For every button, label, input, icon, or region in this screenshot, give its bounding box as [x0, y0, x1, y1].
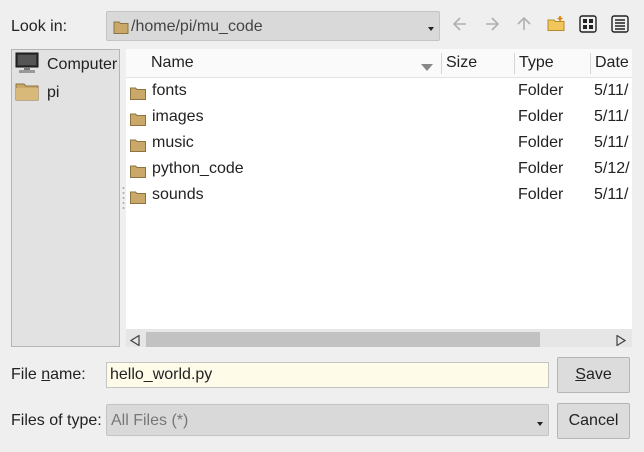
computer-icon [15, 52, 39, 79]
look-in-combo[interactable]: /home/pi/mu_code [106, 11, 440, 41]
arrow-right-icon [483, 15, 501, 38]
list-view-icon [579, 14, 597, 38]
places-sidebar: Computer pi [11, 49, 120, 347]
file-date: 5/12/ [594, 160, 630, 177]
file-name: fonts [152, 82, 187, 99]
list-item[interactable]: music Folder 5/11/ [126, 131, 632, 157]
chevron-down-icon [428, 27, 434, 31]
look-in-path: /home/pi/mu_code [131, 18, 263, 35]
folder-icon [130, 87, 146, 105]
back-button[interactable] [448, 14, 472, 38]
file-type: Folder [518, 108, 564, 125]
list-item[interactable]: sounds Folder 5/11/ [126, 183, 632, 209]
file-date: 5/11/ [594, 108, 629, 125]
file-name: music [152, 134, 194, 151]
detail-view-icon [611, 14, 629, 38]
folder-icon [130, 139, 146, 157]
arrow-left-icon [451, 15, 469, 38]
column-name[interactable]: Name [151, 49, 194, 77]
file-name-input[interactable]: hello_world.py [106, 362, 549, 388]
save-button[interactable]: Save [557, 357, 630, 393]
file-date: 5/11/ [594, 82, 629, 99]
chevron-down-icon [537, 422, 543, 426]
sort-down-icon [421, 59, 433, 77]
file-name: images [152, 108, 204, 125]
detail-view-button[interactable] [608, 14, 632, 38]
file-type: Folder [518, 160, 564, 177]
column-divider[interactable] [590, 53, 591, 74]
file-date: 5/11/ [594, 134, 629, 151]
file-type: Folder [518, 186, 564, 203]
column-divider[interactable] [441, 53, 442, 74]
new-folder-button[interactable] [544, 14, 568, 38]
list-item[interactable]: fonts Folder 5/11/ [126, 79, 632, 105]
column-divider[interactable] [514, 53, 515, 74]
up-folder-button[interactable] [512, 14, 536, 38]
arrow-up-icon [515, 15, 533, 38]
list-view-button[interactable] [576, 14, 600, 38]
file-type: Folder [518, 134, 564, 151]
column-type[interactable]: Type [519, 49, 554, 77]
column-date[interactable]: Date [595, 49, 629, 77]
horizontal-scrollbar[interactable] [126, 329, 632, 347]
file-list[interactable]: Name Size Type Date fonts Folder 5/11/ i… [126, 49, 632, 347]
forward-button[interactable] [480, 14, 504, 38]
new-folder-icon [546, 15, 566, 38]
sidebar-item-computer[interactable]: Computer [15, 52, 117, 78]
file-type-label: Files of type: [11, 412, 102, 429]
column-header: Name Size Type Date [126, 49, 632, 78]
cancel-button[interactable]: Cancel [557, 403, 630, 439]
list-item[interactable]: images Folder 5/11/ [126, 105, 632, 131]
scroll-right-icon[interactable] [616, 333, 627, 347]
folder-icon [130, 165, 146, 183]
splitter-handle[interactable] [122, 186, 125, 217]
list-item[interactable]: python_code Folder 5/12/ [126, 157, 632, 183]
folder-icon [113, 20, 129, 39]
file-type-value: All Files (*) [111, 412, 189, 429]
sidebar-item-pi[interactable]: pi [15, 80, 59, 106]
scrollbar-thumb[interactable] [146, 332, 540, 347]
file-name-label: File name: [11, 366, 86, 383]
file-name: python_code [152, 160, 244, 177]
column-size[interactable]: Size [446, 49, 477, 77]
folder-icon [130, 113, 146, 131]
file-name: sounds [152, 186, 204, 203]
file-date: 5/11/ [594, 186, 629, 203]
file-type: Folder [518, 82, 564, 99]
sidebar-item-label: pi [47, 84, 60, 101]
sidebar-item-label: Computer [47, 56, 118, 73]
folder-icon [15, 81, 39, 106]
scroll-left-icon[interactable] [129, 333, 140, 347]
file-type-combo[interactable]: All Files (*) [106, 404, 549, 436]
folder-icon [130, 191, 146, 209]
look-in-label: Look in: [11, 18, 68, 35]
